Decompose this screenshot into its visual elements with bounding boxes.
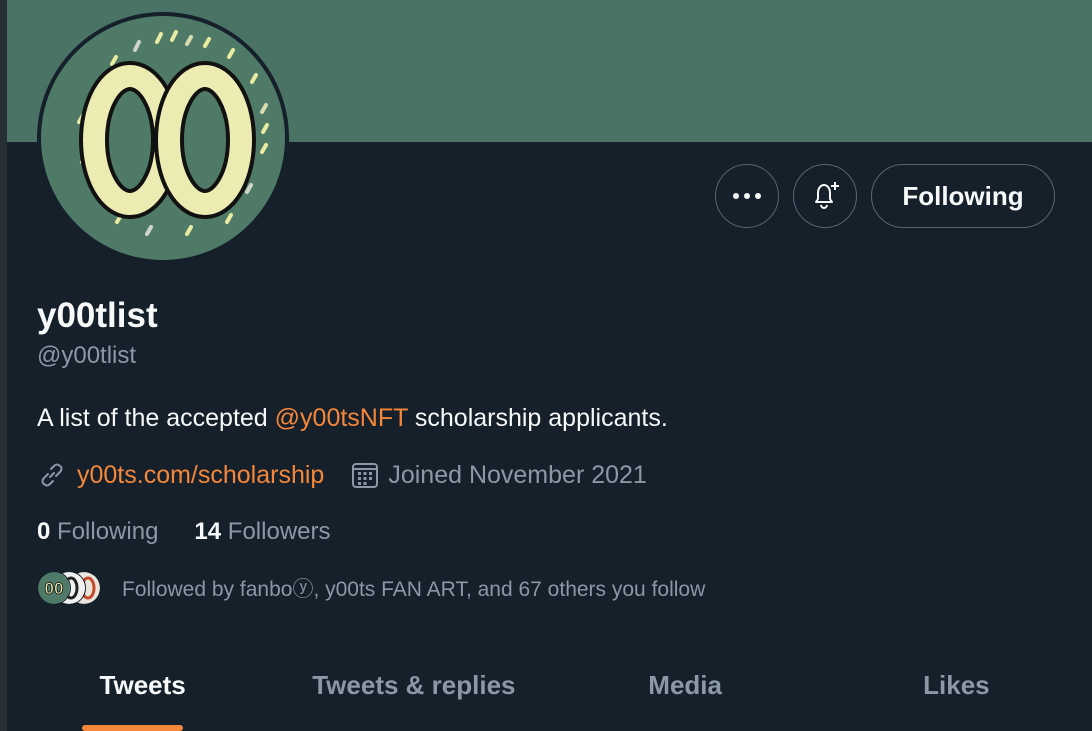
tab-media[interactable]: Media [550,658,821,731]
active-tab-indicator [82,725,183,731]
bio-text-suffix: scholarship applicants. [407,404,668,432]
more-button[interactable] [715,164,779,228]
joined-date: Joined November 2021 [388,460,647,489]
user-handle: @y00tlist [37,342,137,369]
following-button[interactable]: Following [871,164,1055,228]
profile-bio: A list of the accepted @y00tsNFT scholar… [37,404,668,433]
follower-avatar: 00 [37,571,71,605]
profile-meta: y00ts.com/scholarship Joined November 20… [37,460,647,490]
following-count-value: 0 [37,518,51,545]
mini-avatar-text: 00 [45,579,64,598]
followed-by[interactable]: 00 Followed by fanboⓨ, y00ts FAN ART, an… [37,571,705,605]
bio-text-prefix: A list of the accepted [37,404,275,432]
window-edge [0,0,7,731]
followed-by-avatars: 00 [37,571,101,605]
link-icon [41,463,63,487]
tab-tweets-and-replies[interactable]: Tweets & replies [278,658,549,731]
tab-likes[interactable]: Likes [821,658,1092,731]
website-link[interactable]: y00ts.com/scholarship [77,461,324,490]
calendar-icon [352,463,379,488]
followers-count[interactable]: 14 Followers [194,518,330,546]
bell-plus-icon [815,182,839,210]
followers-count-label: Followers [227,518,331,545]
profile-tabs: Tweets Tweets & replies Media Likes [7,658,1092,731]
follow-counts: 0 Following 14 Followers [37,518,331,546]
followed-by-text: Followed by fanboⓨ, y00ts FAN ART, and 6… [122,578,706,601]
profile-avatar[interactable] [37,12,289,264]
following-count-label: Following [57,518,159,545]
bio-mention-link[interactable]: @y00tsNFT [275,404,408,432]
tab-tweets[interactable]: Tweets [7,658,278,731]
notifications-button[interactable] [793,164,857,228]
more-horizontal-icon [733,193,761,199]
followers-count-value: 14 [194,518,222,545]
display-name: y00tlist [37,296,158,335]
following-count[interactable]: 0 Following [37,518,158,546]
profile-actions: Following [715,164,1055,228]
